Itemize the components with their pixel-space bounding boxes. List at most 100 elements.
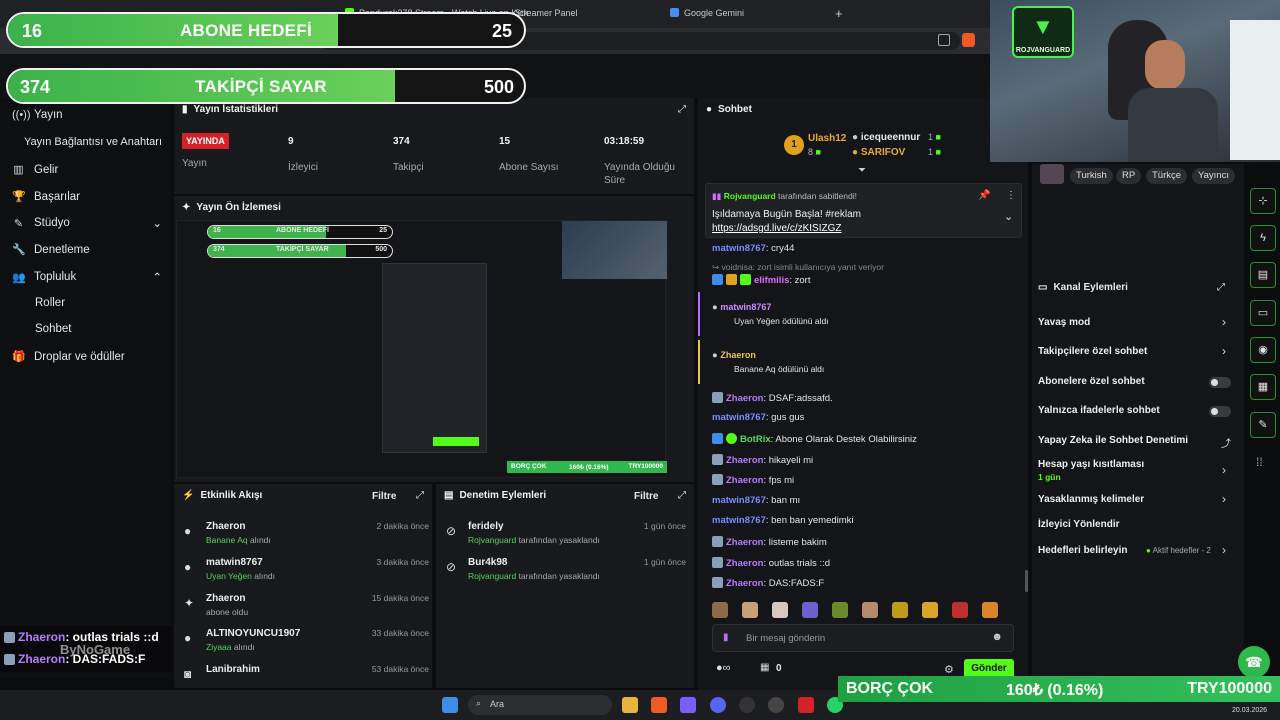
account-age-item[interactable]: Hesap yaşı kısıtlaması (1038, 459, 1144, 470)
rail-broadcast-icon[interactable]: ◉ (1250, 337, 1276, 363)
popout-icon[interactable]: ⤢ (416, 490, 424, 501)
pinned-link[interactable]: https://adsgd.live/c/zKISIZGZ (712, 223, 842, 234)
emote-icon[interactable] (892, 602, 908, 618)
expand-leaderboard-icon[interactable]: ⏷ (858, 165, 866, 176)
chat-user[interactable]: Zhaeron (726, 578, 763, 589)
sidebar-item-basarilar[interactable]: 🏆 Başarılar (12, 190, 162, 204)
rail-layout-icon[interactable]: ▦ (1250, 374, 1276, 400)
emote-icon[interactable] (922, 602, 938, 618)
chat-user[interactable]: Zhaeron (726, 475, 763, 486)
app-icon[interactable] (680, 697, 696, 713)
emote-icon[interactable] (952, 602, 968, 618)
popout-icon[interactable]: ⤢ (1217, 282, 1225, 293)
brave-icon[interactable] (651, 697, 667, 713)
chat-user[interactable]: matwin8767 (720, 302, 771, 312)
leader-user[interactable]: Ulash12 (808, 133, 846, 144)
folder-icon[interactable] (622, 697, 638, 713)
more-icon[interactable]: ⋮ (1006, 190, 1016, 201)
sidebar-item-studyo[interactable]: ✎ Stüdyo ⌄ (12, 216, 162, 230)
emote-icon[interactable] (862, 602, 878, 618)
tab-gemini[interactable]: Google Gemini (660, 4, 754, 26)
preview-video[interactable]: 16 ABONE HEDEFİ 25 374 TAKİPÇİ SAYAR 500… (176, 220, 667, 478)
emote-icon[interactable] (712, 602, 728, 618)
sidebar-item-sohbet[interactable]: Sohbet (35, 323, 185, 335)
rail-doc-icon[interactable]: ▤ (1250, 262, 1276, 288)
popout-icon[interactable]: ⤢ (678, 490, 686, 501)
sidebar-item-yayin[interactable]: ((•)) Yayın (12, 109, 162, 121)
discord-icon[interactable] (710, 697, 726, 713)
rail-chat-icon[interactable]: ▭ (1250, 300, 1276, 326)
emote-icon[interactable] (982, 602, 998, 618)
popout-icon[interactable]: ⤢ (678, 104, 686, 115)
emote-icon[interactable] (832, 602, 848, 618)
filter-button[interactable]: Filtre (372, 491, 396, 502)
pin-badge-icon: ▮▮ (712, 191, 722, 201)
chat-scrollbar[interactable] (1025, 570, 1028, 592)
mini-borc-label: BORÇ ÇOK (511, 463, 547, 470)
top2-count: 1 (928, 147, 934, 157)
chat-user[interactable]: matwin8767 (712, 412, 766, 423)
sidebar-item-topluluk[interactable]: 👥 Topluluk ⌃ (12, 270, 162, 284)
sparkle-icon: ✦ (184, 596, 195, 610)
followers-only-item[interactable]: Takipçilere özel sohbet (1038, 346, 1147, 357)
windows-start-icon[interactable] (442, 697, 458, 713)
chevron-down-icon[interactable]: ⌄ (1004, 210, 1013, 223)
top2-user[interactable]: SARIFOV (861, 147, 905, 158)
emoji-icon[interactable]: ☻ (991, 631, 1003, 643)
pinned-header: ▮▮ Rojvanguard tarafından sabitlendi! (712, 191, 857, 202)
chart-icon: ▥ (13, 164, 24, 176)
rail-grid-icon[interactable]: ⁞⁞ (1256, 455, 1263, 469)
rail-target-icon[interactable]: ⊹ (1250, 188, 1276, 214)
chat-user[interactable]: Zhaeron (726, 537, 763, 548)
chat-user[interactable]: BotRix (740, 434, 771, 445)
chat-user[interactable]: elifmilis (754, 275, 789, 286)
settings-gear-icon[interactable]: ⚙ (944, 663, 954, 676)
emote-only-toggle[interactable] (1209, 406, 1231, 417)
chat-message: Zhaeron: outlas trials ::d (712, 557, 830, 569)
app-icon[interactable] (798, 697, 814, 713)
chat-user[interactable]: Zhaeron (726, 558, 763, 569)
pin-icon[interactable]: 📌 (978, 190, 990, 201)
chat-user[interactable]: Zhaeron (726, 455, 763, 466)
subs-only-toggle[interactable] (1209, 377, 1231, 388)
sidebar-item-stream-key[interactable]: Yayın Bağlantısı ve Anahtarı (24, 136, 174, 148)
support-chat-icon[interactable]: ☎ (1238, 646, 1270, 678)
rail-wrench-icon[interactable]: ✎ (1250, 412, 1276, 438)
share-icon[interactable] (938, 34, 950, 46)
sidebar-item-droplar[interactable]: 🎁 Droplar ve ödüller (12, 350, 162, 364)
taskbar-search[interactable]: ⌕ Ara (468, 695, 612, 715)
chat-input[interactable]: ▮ Bir mesaj gönderin ☻ (712, 624, 1014, 652)
new-tab-button[interactable]: + (825, 2, 853, 24)
obs-icon[interactable] (739, 697, 755, 713)
banned-words-item[interactable]: Yasaklanmış kelimeler (1038, 494, 1144, 505)
tag-chip[interactable]: Turkish (1070, 168, 1113, 184)
filter-button[interactable]: Filtre (634, 491, 658, 502)
tag-chip[interactable]: Yayıncı (1192, 168, 1235, 184)
emote-icon[interactable] (772, 602, 788, 618)
tag-chip[interactable]: RP (1116, 168, 1142, 184)
tag-chip[interactable]: Türkçe (1146, 168, 1188, 184)
chat-user[interactable]: matwin8767 (712, 515, 766, 526)
chat-user[interactable]: Zhaeron (726, 393, 763, 404)
chat-user[interactable]: Zhaeron (720, 350, 756, 360)
brave-shield-icon[interactable] (962, 33, 975, 47)
emote-icon[interactable] (802, 602, 818, 618)
chat-user[interactable]: matwin8767 (712, 243, 766, 254)
sidebar-item-gelir[interactable]: ▥ Gelir (12, 163, 162, 177)
store-icon[interactable]: ▦ (760, 662, 769, 673)
emote-icon[interactable] (742, 602, 758, 618)
set-goals-item[interactable]: Hedefleri belirleyin (1038, 545, 1127, 556)
rail-bolt-icon[interactable]: ϟ (1250, 225, 1276, 251)
search-icon: ⌕ (476, 698, 482, 708)
top1-user[interactable]: icequeennur (861, 132, 920, 143)
camera-icon: ✦ (182, 202, 191, 213)
watermark: ByNoGame (60, 642, 131, 657)
ai-moderation-item[interactable]: Yapay Zeka ile Sohbet Denetimi (1038, 435, 1188, 446)
sidebar-item-denetleme[interactable]: 🔧 Denetleme (12, 243, 162, 257)
chat-user[interactable]: matwin8767 (712, 495, 766, 506)
sidebar-item-roller[interactable]: Roller (35, 297, 185, 309)
points-icon[interactable]: ●∞ (716, 662, 731, 674)
slow-mode-item[interactable]: Yavaş mod (1038, 317, 1090, 328)
app-icon[interactable] (768, 697, 784, 713)
raid-item[interactable]: İzleyici Yönlendir (1038, 519, 1120, 530)
